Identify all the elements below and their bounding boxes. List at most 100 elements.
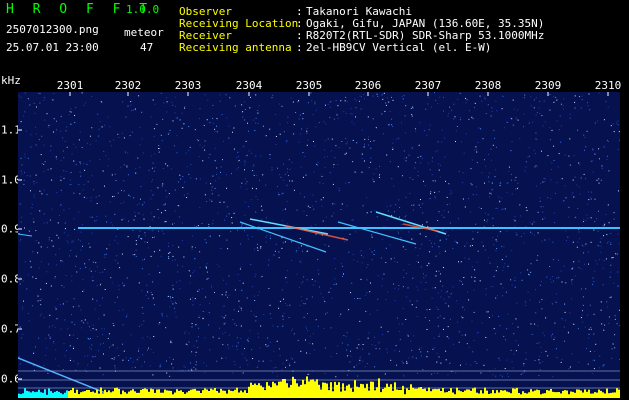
noise-pixel xyxy=(422,273,424,275)
noise-pixel xyxy=(330,327,332,329)
noise-pixel xyxy=(596,179,598,181)
noise-pixel xyxy=(90,360,92,362)
histogram-bar xyxy=(520,394,522,398)
noise-pixel xyxy=(236,325,238,326)
noise-pixel xyxy=(142,337,144,339)
histogram-bar xyxy=(392,390,394,398)
noise-pixel xyxy=(43,171,45,172)
histogram-bar xyxy=(314,381,316,398)
histogram-bar xyxy=(498,392,500,398)
noise-pixel xyxy=(81,320,83,322)
noise-pixel xyxy=(78,239,79,241)
noise-pixel xyxy=(543,100,545,102)
noise-pixel xyxy=(566,240,567,241)
noise-pixel xyxy=(562,108,564,110)
noise-pixel xyxy=(546,276,548,278)
noise-pixel xyxy=(445,180,446,182)
noise-pixel xyxy=(484,219,485,221)
noise-pixel xyxy=(304,303,306,305)
noise-pixel xyxy=(99,305,101,306)
noise-pixel xyxy=(317,162,319,164)
noise-pixel xyxy=(553,280,555,282)
noise-pixel xyxy=(289,365,291,367)
noise-pixel xyxy=(298,100,300,102)
noise-pixel xyxy=(275,243,277,245)
noise-pixel xyxy=(306,279,308,281)
noise-pixel xyxy=(609,297,611,299)
noise-pixel xyxy=(92,298,94,300)
noise-pixel xyxy=(476,362,478,364)
noise-pixel xyxy=(506,182,508,184)
noise-pixel xyxy=(345,335,347,337)
noise-pixel xyxy=(175,96,177,98)
noise-pixel xyxy=(70,108,72,110)
noise-pixel xyxy=(100,343,101,345)
histogram-bar xyxy=(254,383,256,398)
noise-pixel xyxy=(63,343,65,345)
noise-pixel xyxy=(434,195,436,197)
noise-pixel xyxy=(485,165,487,167)
noise-pixel xyxy=(588,263,589,265)
histogram-bar xyxy=(164,389,166,398)
noise-pixel xyxy=(174,189,176,191)
noise-pixel xyxy=(558,129,560,131)
noise-pixel xyxy=(512,323,513,325)
noise-pixel xyxy=(554,336,556,338)
noise-pixel xyxy=(67,242,69,244)
noise-pixel xyxy=(240,337,242,339)
noise-pixel xyxy=(51,179,53,181)
noise-pixel xyxy=(435,275,437,277)
x-tick-label: 2309 xyxy=(534,79,562,92)
noise-pixel xyxy=(535,132,537,134)
noise-pixel xyxy=(395,345,397,347)
noise-pixel xyxy=(67,235,69,236)
noise-pixel xyxy=(569,113,571,115)
noise-pixel xyxy=(391,178,393,180)
noise-pixel xyxy=(152,297,154,299)
histogram-bar xyxy=(508,392,510,398)
noise-pixel xyxy=(611,257,613,259)
noise-pixel xyxy=(220,171,221,173)
noise-pixel xyxy=(446,336,448,338)
histogram-bar xyxy=(578,389,580,398)
noise-pixel xyxy=(81,147,83,148)
noise-pixel xyxy=(409,300,411,302)
noise-pixel xyxy=(491,189,493,191)
noise-pixel xyxy=(63,170,65,172)
histogram-bar xyxy=(326,383,328,398)
noise-pixel xyxy=(349,361,351,363)
histogram-bar xyxy=(282,379,284,398)
noise-pixel xyxy=(317,325,319,327)
noise-pixel xyxy=(322,183,324,184)
noise-pixel xyxy=(498,315,500,317)
histogram-bar xyxy=(536,389,538,398)
noise-pixel xyxy=(83,184,85,185)
noise-pixel xyxy=(565,197,567,199)
noise-pixel xyxy=(371,236,373,238)
noise-pixel xyxy=(244,119,246,121)
noise-pixel xyxy=(99,121,101,123)
noise-pixel xyxy=(126,314,128,316)
noise-pixel xyxy=(344,100,346,102)
histogram-bar xyxy=(386,383,388,398)
noise-pixel xyxy=(507,182,509,184)
noise-pixel xyxy=(497,295,499,297)
noise-pixel xyxy=(373,173,375,175)
noise-pixel xyxy=(92,324,94,326)
noise-pixel xyxy=(408,263,410,265)
noise-pixel xyxy=(606,159,608,160)
noise-pixel xyxy=(496,248,498,249)
histogram-bar xyxy=(428,387,430,398)
noise-pixel xyxy=(104,124,105,126)
noise-pixel xyxy=(428,97,430,98)
noise-pixel xyxy=(492,237,494,239)
noise-pixel xyxy=(590,160,592,162)
noise-pixel xyxy=(406,361,408,363)
noise-pixel xyxy=(272,372,274,373)
noise-pixel xyxy=(436,149,438,151)
noise-pixel xyxy=(64,355,66,357)
noise-pixel xyxy=(208,223,210,225)
noise-pixel xyxy=(523,363,525,365)
noise-pixel xyxy=(154,153,156,155)
noise-pixel xyxy=(593,313,595,315)
